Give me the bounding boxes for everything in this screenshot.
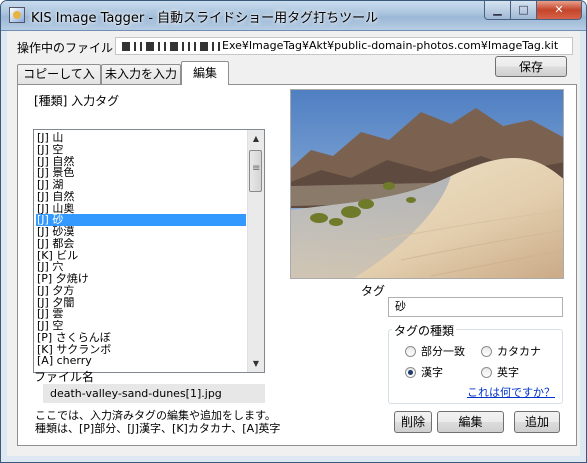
- image-preview: [290, 89, 564, 279]
- tag-list-item[interactable]: [J] 山奥: [36, 203, 246, 215]
- tab-edit[interactable]: 編集: [181, 61, 229, 85]
- file-name-label: ファイル名: [34, 370, 95, 384]
- app-window: KIS Image Tagger - 自動スライドショー用タグ打ちツール ▁ □…: [0, 0, 587, 463]
- tag-list-item[interactable]: [K] サクランボ: [36, 344, 246, 356]
- maximize-button[interactable]: □: [510, 1, 537, 20]
- radio-kanji[interactable]: [405, 367, 416, 378]
- scroll-thumb[interactable]: [249, 150, 262, 192]
- tag-list-item[interactable]: [J] 空: [36, 144, 246, 156]
- redacted-path-segment: [120, 39, 222, 52]
- tag-list-item[interactable]: [J] 夕闇: [36, 297, 246, 309]
- tag-list-heading: [種類] 入力タグ: [34, 94, 120, 108]
- tag-list-item[interactable]: [J] 景色: [36, 167, 246, 179]
- file-name-field: death-valley-sand-dunes[1].jpg: [43, 384, 265, 403]
- radio-alpha-label[interactable]: 英字: [497, 364, 519, 380]
- file-path-label: 操作中のファイル: [17, 41, 114, 55]
- tag-label: タグ: [361, 284, 386, 298]
- app-icon: [9, 7, 25, 23]
- radio-partial[interactable]: [405, 346, 416, 357]
- client-area: 操作中のファイル Exe¥ImageTag¥Akt¥public-domain-…: [7, 31, 580, 456]
- tag-list-item[interactable]: [J] 空: [36, 320, 246, 332]
- delete-button[interactable]: 削除: [394, 411, 432, 433]
- file-path-field[interactable]: Exe¥ImageTag¥Akt¥public-domain-photos.co…: [115, 37, 573, 55]
- radio-kanji-label[interactable]: 漢字: [421, 364, 443, 380]
- tag-list-item[interactable]: [J] 都会: [36, 238, 246, 250]
- tag-list-item[interactable]: [A] cherry: [36, 355, 246, 367]
- tag-input[interactable]: 砂: [388, 297, 563, 317]
- close-button[interactable]: ✕: [536, 1, 582, 20]
- title-bar[interactable]: KIS Image Tagger - 自動スライドショー用タグ打ちツール ▁ □…: [1, 1, 586, 31]
- minimize-button[interactable]: ▁: [484, 1, 511, 20]
- tag-list-item[interactable]: [K] ビル: [36, 250, 246, 262]
- help-link[interactable]: これは何ですか？: [467, 384, 555, 400]
- tag-list-scrollbar[interactable]: ▲ ▼: [247, 130, 264, 372]
- tag-list-item[interactable]: [J] 自然: [36, 191, 246, 203]
- edit-tab-panel: [種類] 入力タグ [J] 山 [J] 空 [J] 自然 [J] 景色 [J] 湖 [J]…: [17, 84, 577, 446]
- scroll-down-icon[interactable]: ▼: [248, 355, 264, 372]
- radio-alpha[interactable]: [481, 367, 492, 378]
- tag-type-legend: タグの種類: [392, 322, 457, 339]
- tag-list-item[interactable]: [P] さくらんぼ: [36, 332, 246, 344]
- scroll-up-icon[interactable]: ▲: [248, 130, 264, 147]
- tag-list-item[interactable]: [J] 湖: [36, 179, 246, 191]
- radio-partial-label[interactable]: 部分一致: [421, 343, 465, 359]
- tag-list-item[interactable]: [J] 雲: [36, 308, 246, 320]
- add-button[interactable]: 追加: [514, 411, 560, 433]
- tag-list-item[interactable]: [J] 穴: [36, 261, 246, 273]
- tab-copy-input[interactable]: コピーして入力: [17, 64, 101, 99]
- tag-list-item[interactable]: [J] 砂: [36, 214, 246, 226]
- tag-listbox[interactable]: [J] 山 [J] 空 [J] 自然 [J] 景色 [J] 湖 [J] 自然 [J] 山奥[…: [33, 129, 265, 373]
- tag-list-item[interactable]: [J] 山: [36, 132, 246, 144]
- file-path-text: Exe¥ImageTag¥Akt¥public-domain-photos.co…: [222, 39, 559, 52]
- help-text-line-2: 種類は、[P]部分、[J]漢字、[K]カタカナ、[A]英字: [35, 422, 281, 435]
- desert-dunes-photo: [291, 90, 563, 278]
- tag-list-items: [J] 山 [J] 空 [J] 自然 [J] 景色 [J] 湖 [J] 自然 [J] 山奥[…: [36, 132, 246, 367]
- tag-list-item[interactable]: [P] 夕焼け: [36, 273, 246, 285]
- edit-button[interactable]: 編集: [437, 411, 504, 433]
- radio-katakana-label[interactable]: カタカナ: [497, 343, 541, 359]
- window-title: KIS Image Tagger - 自動スライドショー用タグ打ちツール: [31, 11, 379, 26]
- radio-katakana[interactable]: [481, 346, 492, 357]
- tab-fill-missing[interactable]: 未入力を入力: [101, 64, 181, 84]
- save-button[interactable]: 保存: [495, 56, 567, 77]
- tag-list-item[interactable]: [J] 夕方: [36, 285, 246, 297]
- tag-list-item[interactable]: [J] 砂漠: [36, 226, 246, 238]
- tag-list-item[interactable]: [J] 自然: [36, 156, 246, 168]
